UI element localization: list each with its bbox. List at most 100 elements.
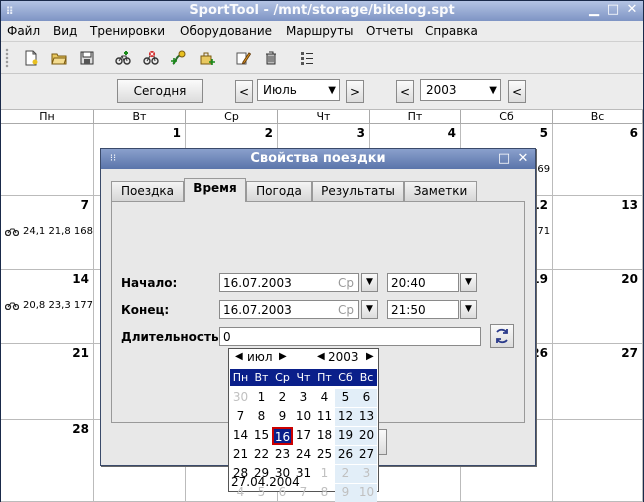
picker-day[interactable]: 21 [230,446,251,464]
picker-day[interactable]: 6 [356,389,377,407]
minimize-icon[interactable]: ▁ [587,3,601,17]
picker-day[interactable]: 8 [251,408,272,426]
end-time-value: 21:50 [391,303,426,317]
calendar-day-cell[interactable] [553,420,643,502]
close-icon[interactable]: ✕ [516,152,530,166]
calendar-day-cell[interactable]: 28 [1,420,94,502]
tab-ride[interactable]: Поездка [111,181,184,201]
delete-bike-icon[interactable] [143,50,159,66]
picker-day[interactable]: 2 [335,465,356,483]
next-month-icon[interactable]: ▶ [279,351,287,362]
picker-weekday: Вс [359,371,374,384]
picker-day[interactable]: 14 [230,427,251,445]
picker-day[interactable]: 19 [335,427,356,445]
tab-notes[interactable]: Заметки [404,181,477,201]
menu-equipment[interactable]: Оборудование [180,24,272,38]
duration-label: Длительность: [121,330,224,344]
maximize-icon[interactable]: □ [606,3,620,17]
picker-day[interactable]: 9 [335,484,356,502]
year-select[interactable]: 2003 ▼ [420,79,501,101]
picker-day[interactable]: 8 [314,484,335,502]
end-date-field[interactable]: 16.07.2003 Ср [219,300,359,319]
ride-entry[interactable]: 24,1 21,8 168 [4,226,93,237]
recalculate-button[interactable] [490,324,514,348]
maximize-icon[interactable]: □ [497,152,511,166]
picker-day[interactable]: 1 [314,465,335,483]
open-folder-icon[interactable] [51,50,67,66]
start-date-field[interactable]: 16.07.2003 Ср [219,273,359,292]
end-time-field[interactable]: 21:50 [387,300,459,319]
picker-day[interactable]: 9 [272,408,293,426]
end-time-dropdown[interactable]: ▼ [460,300,477,319]
calendar-day-cell[interactable] [1,124,94,196]
month-select[interactable]: Июль ▼ [257,79,340,101]
menu-view[interactable]: Вид [53,24,77,38]
tab-results[interactable]: Результаты [312,181,404,201]
picker-selected-day[interactable]: 16 [272,427,293,445]
next-year-icon[interactable]: ▶ [366,351,374,362]
menu-file[interactable]: Файл [7,24,40,38]
picker-day[interactable]: 5 [335,389,356,407]
prev-month-icon[interactable]: ◀ [235,351,243,362]
picker-day[interactable]: 11 [314,408,335,426]
picker-day[interactable]: 25 [314,446,335,464]
start-date-dropdown[interactable]: ▼ [361,273,378,292]
picker-day[interactable]: 3 [293,389,314,407]
start-time-dropdown[interactable]: ▼ [460,273,477,292]
picker-day[interactable]: 12 [335,408,356,426]
trash-icon[interactable] [263,50,279,66]
menu-trainings[interactable]: Тренировки [90,24,165,38]
end-date-dropdown[interactable]: ▼ [361,300,378,319]
app-window: ⁝⁝ SportTool - /mnt/storage/bikelog.spt … [0,0,644,502]
prev-year-button[interactable]: < [396,80,414,103]
picker-day[interactable]: 10 [356,484,377,502]
picker-day[interactable]: 4 [314,389,335,407]
picker-day[interactable]: 23 [272,446,293,464]
picker-today[interactable]: 27.04.2004 [231,475,300,489]
menu-help[interactable]: Справка [425,24,478,38]
start-label: Начало: [121,276,178,290]
picker-day[interactable]: 27 [356,446,377,464]
add-bike-icon[interactable] [115,50,131,66]
calendar-day-cell[interactable]: 6 [553,124,643,196]
add-equipment-icon[interactable] [199,50,215,66]
save-disk-icon[interactable] [79,50,95,66]
prev-month-button[interactable]: < [235,80,253,103]
dialog-titlebar[interactable]: ⁝⁝ Свойства поездки □ ✕ [101,149,535,169]
picker-day[interactable]: 17 [293,427,314,445]
calendar-day-cell[interactable]: 27 [553,344,643,420]
picker-day[interactable]: 3 [356,465,377,483]
next-month-button[interactable]: > [346,80,364,103]
menu-routes[interactable]: Маршруты [286,24,354,38]
duration-field[interactable]: 0 [219,327,481,346]
picker-day[interactable]: 1 [251,389,272,407]
picker-day[interactable]: 10 [293,408,314,426]
picker-day[interactable]: 26 [335,446,356,464]
window-titlebar[interactable]: ⁝⁝ SportTool - /mnt/storage/bikelog.spt … [1,1,643,21]
picker-day[interactable]: 15 [251,427,272,445]
next-year-button[interactable]: < [508,80,526,103]
prev-year-icon[interactable]: ◀ [317,351,325,362]
picker-day[interactable]: 24 [293,446,314,464]
picker-day[interactable]: 2 [272,389,293,407]
picker-day[interactable]: 18 [314,427,335,445]
tab-weather[interactable]: Погода [246,181,312,201]
list-settings-icon[interactable] [299,50,315,66]
picker-day[interactable]: 13 [356,408,377,426]
tab-time[interactable]: Время [184,178,246,202]
today-button[interactable]: Сегодня [117,79,203,103]
new-document-icon[interactable] [23,50,39,66]
picker-day[interactable]: 20 [356,427,377,445]
menu-reports[interactable]: Отчеты [366,24,413,38]
picker-day[interactable]: 7 [230,408,251,426]
ride-entry[interactable]: 20,8 23,3 177 [4,300,93,311]
calendar-day-cell[interactable]: 20 [553,270,643,344]
picker-day[interactable]: 22 [251,446,272,464]
add-route-icon[interactable] [171,50,187,66]
picker-day[interactable]: 30 [230,389,251,407]
calendar-day-cell[interactable]: 21 [1,344,94,420]
calendar-day-cell[interactable]: 13 [553,196,643,270]
edit-pencil-icon[interactable] [235,50,251,66]
start-time-field[interactable]: 20:40 [387,273,459,292]
close-icon[interactable]: ✕ [625,3,639,17]
